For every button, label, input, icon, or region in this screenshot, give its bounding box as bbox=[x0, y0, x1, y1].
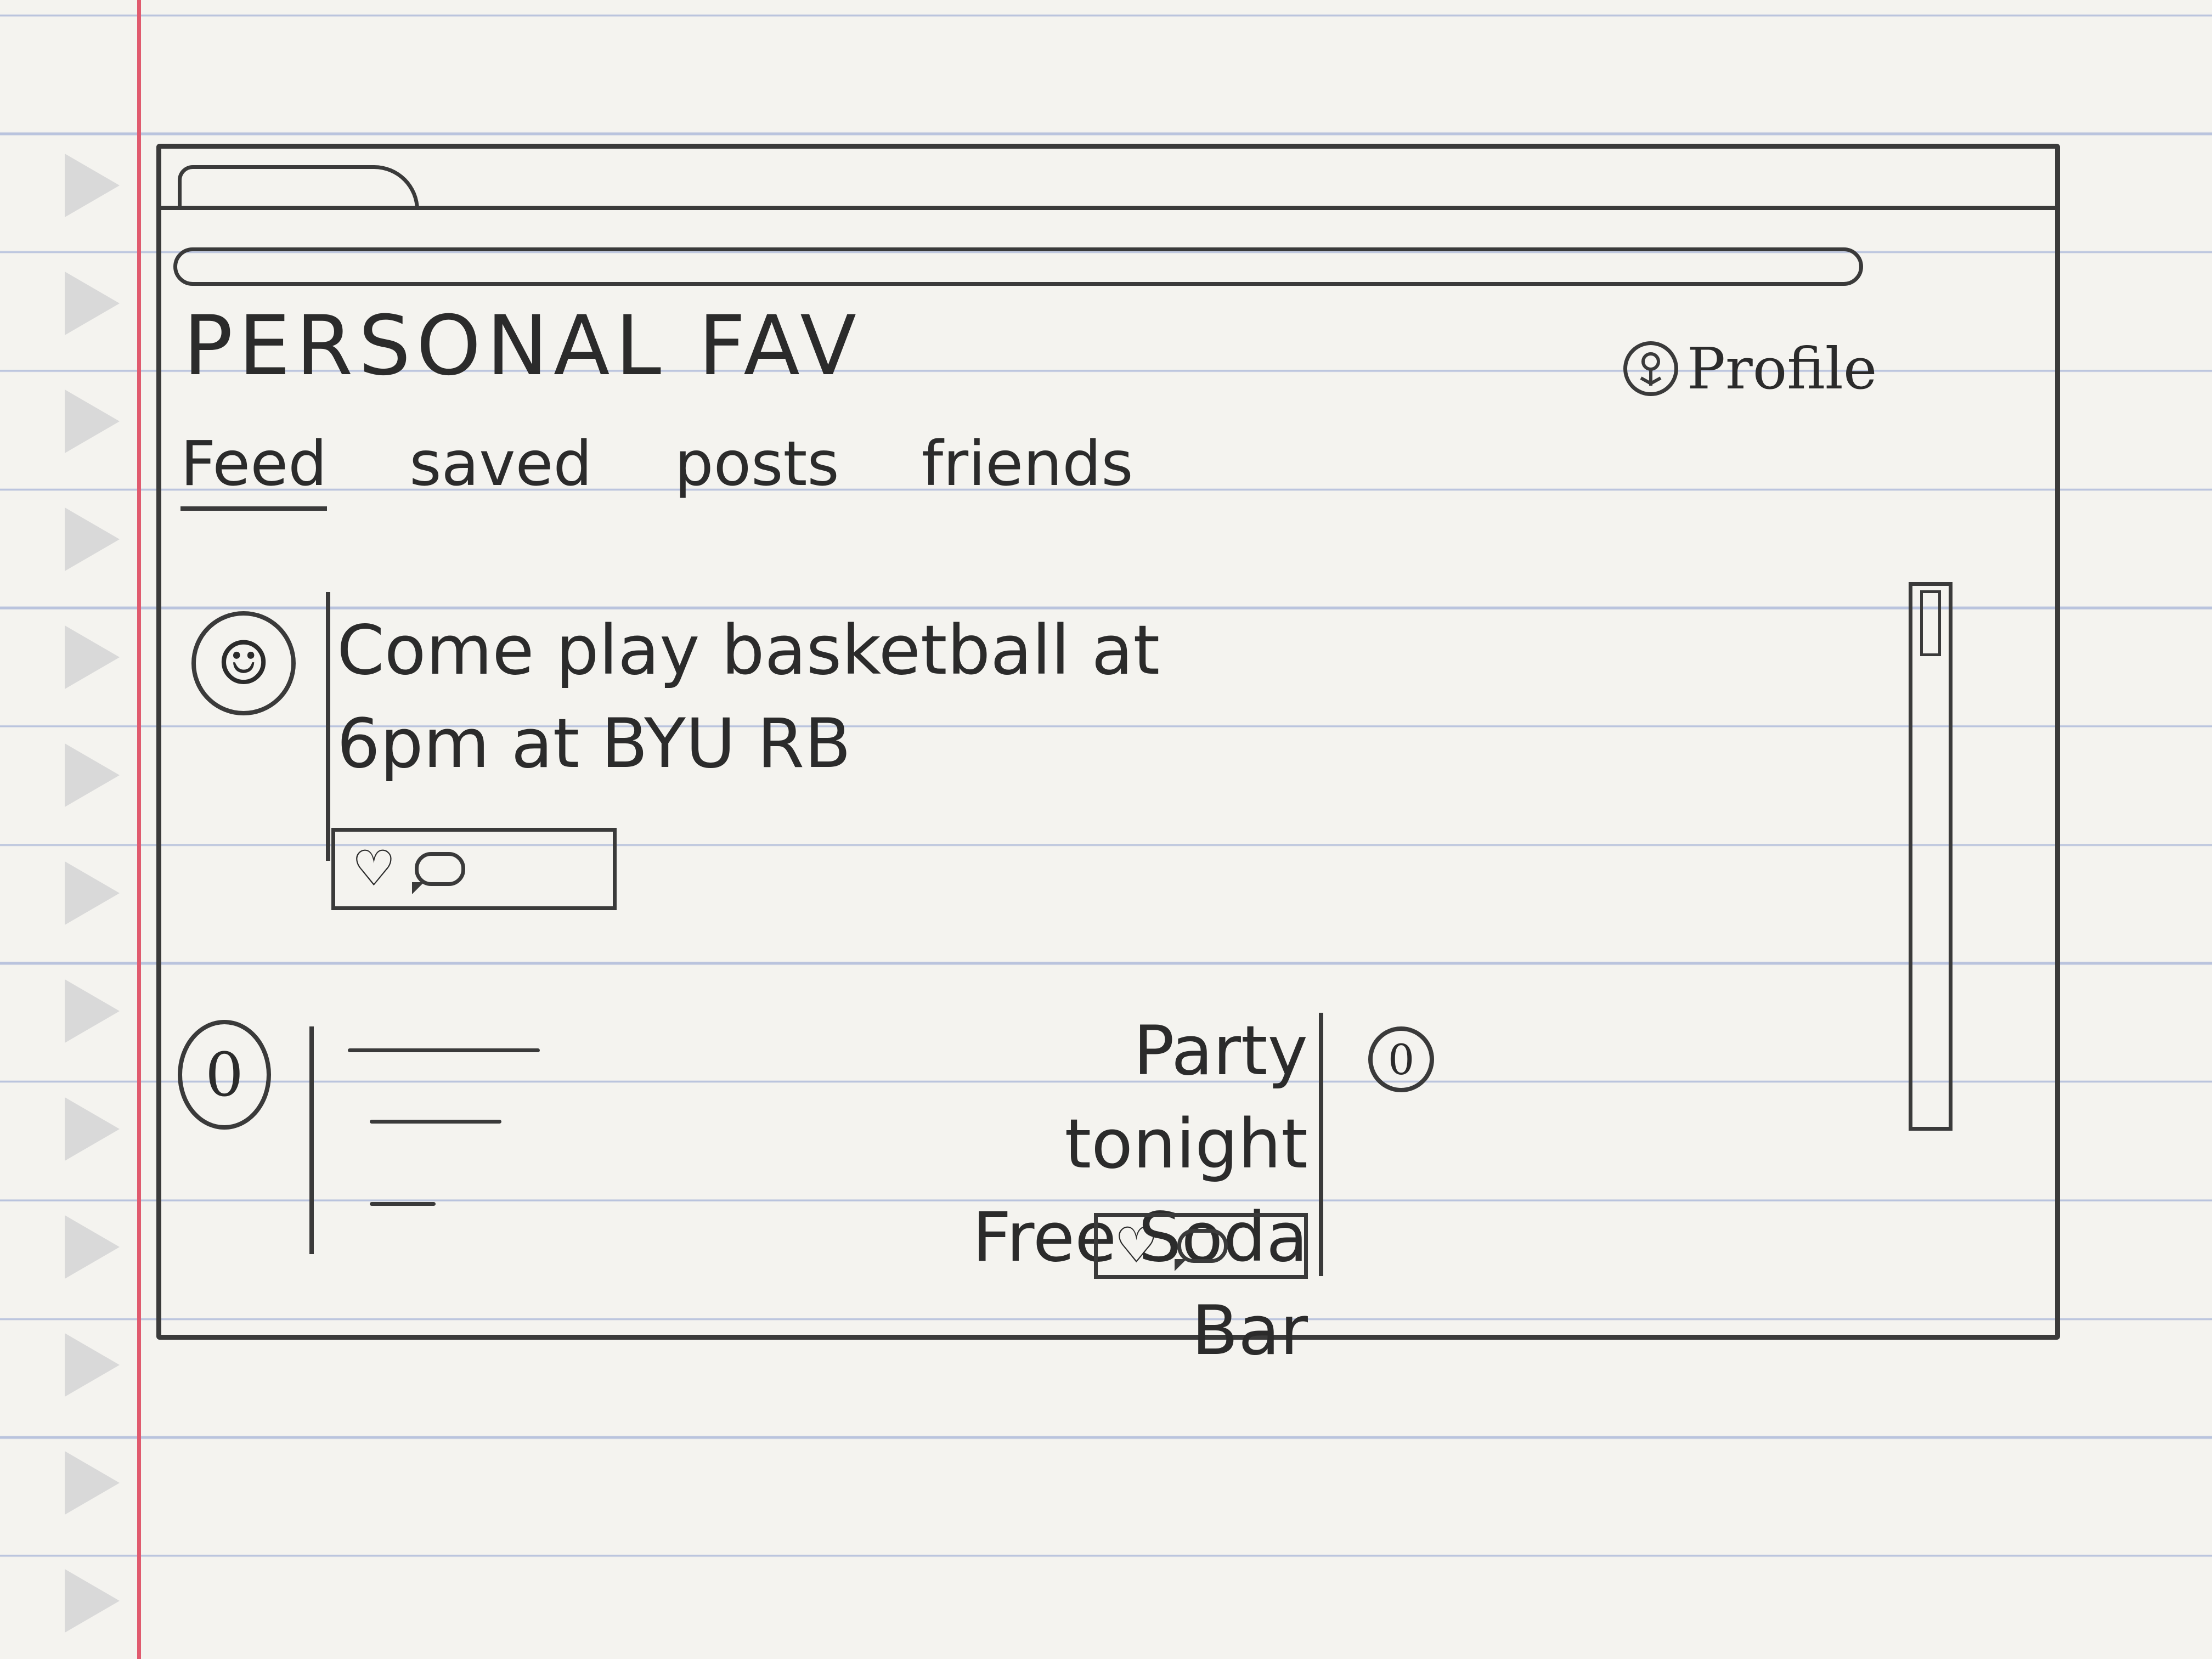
hole-mark bbox=[65, 1097, 120, 1161]
placeholder-line bbox=[348, 1048, 540, 1052]
hole-mark bbox=[65, 390, 120, 453]
post-action-bar: ♡ bbox=[331, 828, 617, 910]
post-divider bbox=[309, 1026, 314, 1254]
notebook-hole-marks bbox=[65, 154, 136, 1657]
post-author-avatar[interactable]: ☺ bbox=[191, 611, 296, 715]
profile-label: Profile bbox=[1687, 335, 1877, 402]
hole-mark bbox=[65, 1215, 120, 1279]
notebook-margin-line bbox=[137, 0, 141, 1659]
address-bar[interactable] bbox=[173, 247, 1863, 286]
user-icon bbox=[1623, 341, 1678, 396]
user-icon: 0 bbox=[205, 1040, 244, 1110]
hole-mark bbox=[65, 272, 120, 335]
nav-tabs: Feed saved posts friends bbox=[180, 427, 1133, 511]
face-icon: ☺ bbox=[216, 628, 271, 698]
post-author-avatar[interactable]: 0 bbox=[178, 1020, 271, 1130]
post-divider bbox=[1319, 1013, 1323, 1276]
profile-link[interactable]: Profile bbox=[1623, 335, 1877, 402]
post-divider bbox=[326, 592, 330, 861]
post-author-avatar[interactable]: 0 bbox=[1368, 1026, 1434, 1092]
tab-feed[interactable]: Feed bbox=[180, 427, 328, 511]
hole-mark bbox=[65, 1333, 120, 1397]
hole-mark bbox=[65, 1569, 120, 1633]
heart-icon[interactable]: ♡ bbox=[352, 844, 396, 894]
post-action-bar: ♡ bbox=[1094, 1213, 1308, 1279]
hole-mark bbox=[65, 625, 120, 689]
browser-tab[interactable] bbox=[178, 165, 419, 210]
user-icon: 0 bbox=[1387, 1035, 1415, 1084]
placeholder-line bbox=[370, 1202, 436, 1206]
tab-saved[interactable]: saved bbox=[409, 427, 592, 511]
comment-icon[interactable] bbox=[1174, 1229, 1228, 1271]
hole-mark bbox=[65, 743, 120, 807]
comment-icon[interactable] bbox=[411, 852, 465, 894]
hole-mark bbox=[65, 507, 120, 571]
tab-friends[interactable]: friends bbox=[922, 427, 1133, 511]
placeholder-line bbox=[370, 1120, 501, 1124]
post-text: Come play basketball at 6pm at BYU RB bbox=[337, 611, 1160, 783]
browser-tab-strip bbox=[161, 149, 2055, 210]
app-title: PERSONAL FAV bbox=[183, 298, 862, 394]
hole-mark bbox=[65, 979, 120, 1043]
hole-mark bbox=[65, 861, 120, 925]
post-placeholder-text bbox=[348, 1048, 567, 1405]
scrollbar-thumb[interactable] bbox=[1920, 590, 1941, 656]
post-text: Party tonight Free Soda Bar bbox=[972, 1012, 1308, 1370]
hole-mark bbox=[65, 154, 120, 217]
hole-mark bbox=[65, 1451, 120, 1515]
heart-icon[interactable]: ♡ bbox=[1114, 1221, 1159, 1271]
feed-scrollbar[interactable] bbox=[1909, 582, 1953, 1131]
tab-posts[interactable]: posts bbox=[674, 427, 839, 511]
browser-window: PERSONAL FAV Profile Feed saved posts fr… bbox=[156, 144, 2060, 1370]
